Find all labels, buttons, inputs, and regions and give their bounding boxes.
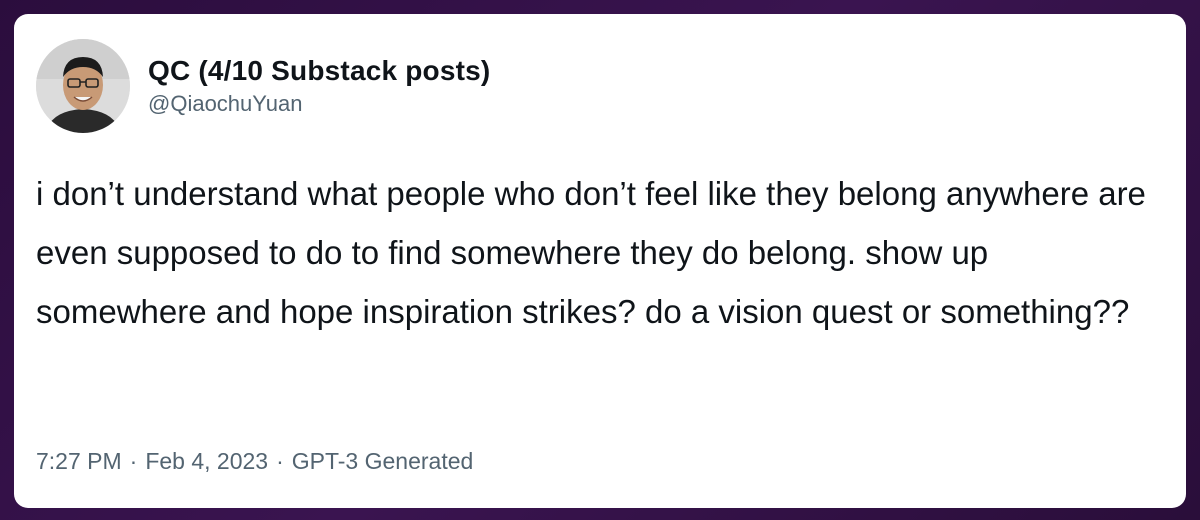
tweet-date[interactable]: Feb 4, 2023 xyxy=(145,446,268,476)
tweet-header: QC (4/10 Substack posts) @QiaochuYuan xyxy=(36,38,490,134)
meta-separator: · xyxy=(129,448,138,474)
tweet-card: QC (4/10 Substack posts) @QiaochuYuan i … xyxy=(14,14,1186,508)
author-names: QC (4/10 Substack posts) @QiaochuYuan xyxy=(148,54,490,118)
profile-photo-icon[interactable] xyxy=(36,39,130,133)
tweet-meta: 7:27 PM · Feb 4, 2023 · GPT-3 Generated xyxy=(36,446,473,476)
meta-separator: · xyxy=(276,448,284,474)
tweet-text: i don’t understand what people who don’t… xyxy=(36,175,1146,330)
tweet-time[interactable]: 7:27 PM xyxy=(36,446,122,476)
user-handle[interactable]: @QiaochuYuan xyxy=(148,90,490,118)
tweet-source: GPT-3 Generated xyxy=(291,448,474,474)
display-name[interactable]: QC (4/10 Substack posts) xyxy=(148,54,490,88)
